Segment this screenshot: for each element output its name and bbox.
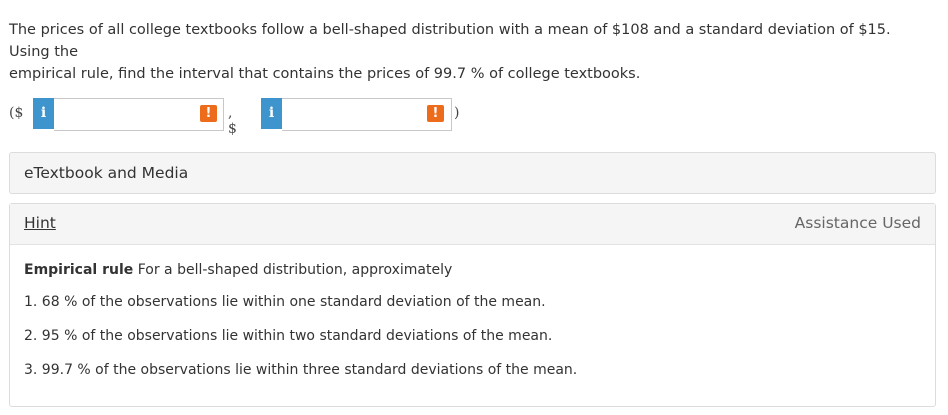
question-text: The prices of all college textbooks foll… [9, 19, 929, 85]
rule-item-2: 2. 95 % of the observations lie within t… [24, 328, 553, 344]
rule-intro: For a bell-shaped distribution, approxim… [137, 262, 453, 278]
hint-panel: Hint Assistance Used Empirical rule For … [9, 203, 936, 407]
rule-heading: Empirical rule For a bell-shaped distrib… [24, 262, 452, 278]
open-paren: ($ [9, 105, 24, 121]
assistance-used-status: Assistance Used [794, 214, 921, 232]
info-icon[interactable]: i [261, 98, 282, 129]
hint-link[interactable]: Hint [24, 214, 56, 232]
hint-header: Hint Assistance Used [10, 204, 935, 245]
etextbook-panel[interactable]: eTextbook and Media [9, 152, 936, 194]
warning-icon: ! [427, 105, 444, 122]
info-icon[interactable]: i [33, 98, 54, 129]
separator: , $ [228, 105, 237, 137]
question-line-2: empirical rule, find the interval that c… [9, 66, 641, 82]
etextbook-label: eTextbook and Media [24, 164, 189, 182]
close-paren: ) [454, 105, 460, 121]
lower-bound-input[interactable] [54, 98, 224, 131]
rule-item-1: 1. 68 % of the observations lie within o… [24, 294, 546, 310]
question-line-1: The prices of all college textbooks foll… [9, 22, 891, 60]
warning-icon: ! [200, 105, 217, 122]
rule-title: Empirical rule [24, 262, 134, 278]
rule-item-3: 3. 99.7 % of the observations lie within… [24, 362, 578, 378]
